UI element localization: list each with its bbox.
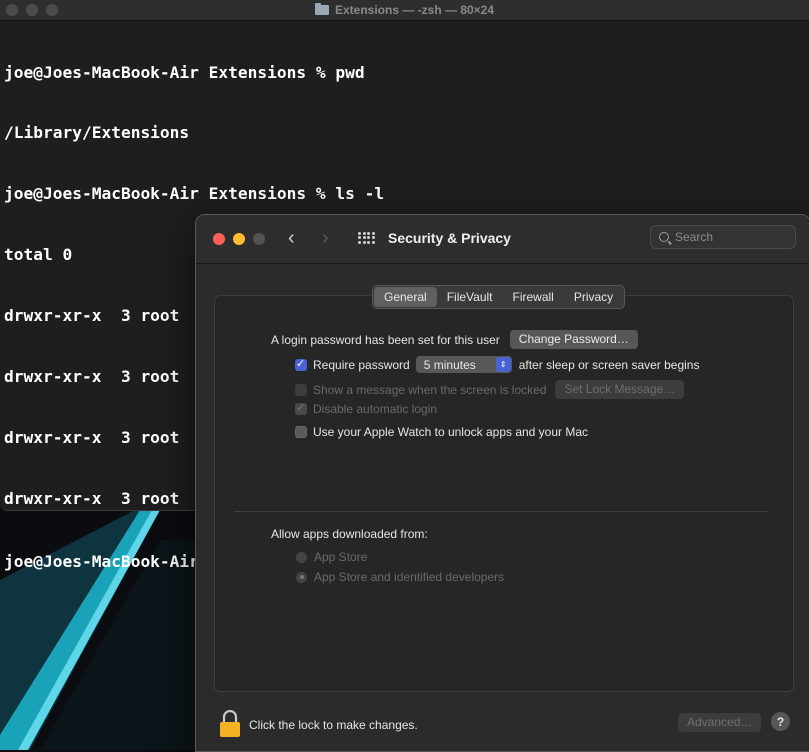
general-panel <box>214 295 794 692</box>
show-message-label: Show a message when the screen is locked <box>313 382 547 397</box>
security-privacy-window[interactable]: ‹ › Security & Privacy General FileVault… <box>195 214 809 752</box>
minimize-button[interactable] <box>233 233 245 245</box>
allow-apps-row: Allow apps downloaded from: <box>271 527 428 541</box>
require-password-row: Require password 5 minutes ⇕ after sleep… <box>295 356 699 373</box>
require-password-value: 5 minutes <box>423 357 476 372</box>
terminal-zoom-button[interactable] <box>46 4 58 16</box>
terminal-titlebar: Extensions — -zsh — 80×24 <box>0 0 809 21</box>
tab-bar: General FileVault Firewall Privacy <box>372 285 626 309</box>
show-message-checkbox[interactable] <box>295 383 307 396</box>
forward-button[interactable]: › <box>322 228 329 248</box>
tab-firewall[interactable]: Firewall <box>503 287 564 307</box>
search-icon <box>659 232 669 242</box>
terminal-line: joe@Joes-MacBook-Air Extensions % ls -l <box>4 184 385 204</box>
grid-icon[interactable] <box>358 232 375 244</box>
apple-watch-row: Use your Apple Watch to unlock apps and … <box>295 425 588 439</box>
terminal-line: joe@Joes-MacBook-Air Extensions % pwd <box>4 62 365 82</box>
terminal-title: Extensions — -zsh — 80×24 <box>314 3 495 17</box>
chevron-stepper-icon: ⇕ <box>495 357 511 372</box>
tab-general[interactable]: General <box>374 287 437 307</box>
search-field[interactable] <box>650 225 796 249</box>
login-password-row: A login password has been set for this u… <box>271 330 638 349</box>
tab-filevault[interactable]: FileVault <box>437 287 503 307</box>
radio-app-store-row: App Store <box>296 550 367 564</box>
lock-text: Click the lock to make changes. <box>249 718 418 732</box>
login-password-text: A login password has been set for this u… <box>271 332 500 347</box>
require-password-checkbox[interactable] <box>295 357 307 371</box>
radio-app-store[interactable] <box>296 551 307 563</box>
terminal-close-button[interactable] <box>6 4 18 16</box>
window-toolbar: ‹ › Security & Privacy <box>196 215 809 264</box>
window-footer: Click the lock to make changes. Advanced… <box>196 699 809 751</box>
terminal-title-text: Extensions — -zsh — 80×24 <box>334 3 495 17</box>
show-message-row: Show a message when the screen is locked… <box>295 380 685 399</box>
require-password-label: Require password <box>313 357 410 372</box>
set-lock-message-button[interactable]: Set Lock Message… <box>555 380 685 399</box>
apple-watch-checkbox[interactable] <box>295 426 307 438</box>
change-password-button[interactable]: Change Password… <box>509 330 638 349</box>
disable-auto-login-checkbox[interactable] <box>295 401 307 415</box>
help-icon[interactable]: ? <box>771 712 790 731</box>
advanced-button[interactable]: Advanced… <box>678 713 762 732</box>
lock-icon[interactable] <box>220 710 240 737</box>
terminal-line: /Library/Extensions <box>4 123 190 143</box>
terminal-minimize-button[interactable] <box>26 4 38 16</box>
radio-app-store-label: App Store <box>314 550 368 564</box>
require-password-suffix: after sleep or screen saver begins <box>518 357 700 372</box>
radio-identified-label: App Store and identified developers <box>314 570 505 584</box>
radio-identified-row: App Store and identified developers <box>296 570 504 584</box>
require-password-select[interactable]: 5 minutes ⇕ <box>415 356 512 373</box>
radio-identified-developers[interactable] <box>296 571 307 583</box>
window-title: Security & Privacy <box>388 230 511 246</box>
folder-icon <box>314 3 329 15</box>
zoom-button[interactable] <box>253 233 265 245</box>
allow-apps-label: Allow apps downloaded from: <box>271 527 428 541</box>
disable-auto-login-label: Disable automatic login <box>313 402 438 416</box>
search-input[interactable] <box>675 230 785 244</box>
disable-auto-login-row: Disable automatic login <box>295 401 438 416</box>
terminal-window-controls <box>6 4 58 16</box>
window-controls <box>213 233 265 245</box>
apple-watch-label: Use your Apple Watch to unlock apps and … <box>313 425 589 439</box>
tab-privacy[interactable]: Privacy <box>564 287 623 307</box>
section-divider <box>234 511 768 512</box>
close-button[interactable] <box>213 233 225 245</box>
back-button[interactable]: ‹ <box>288 228 295 248</box>
